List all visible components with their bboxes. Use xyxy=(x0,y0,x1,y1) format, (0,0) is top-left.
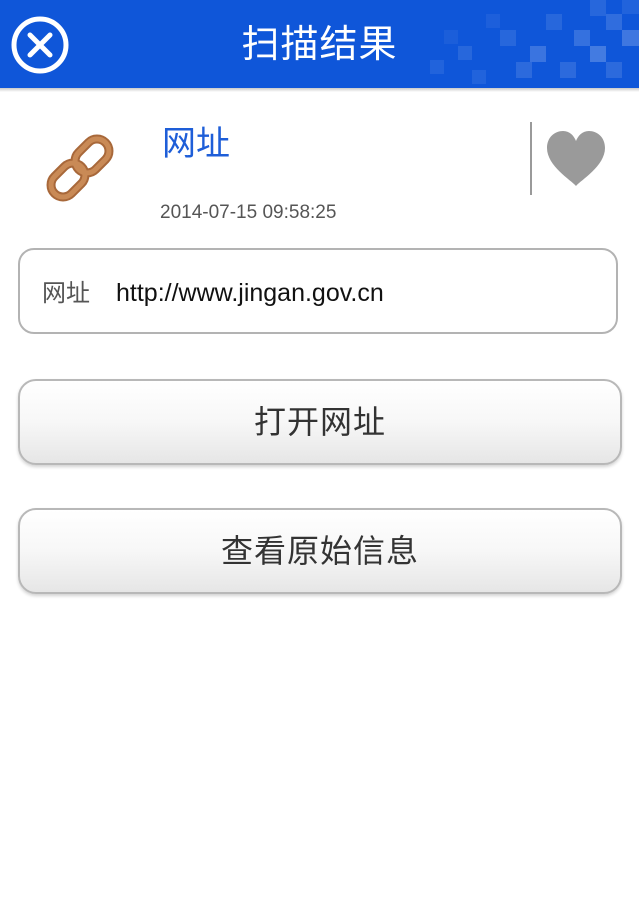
page-title: 扫描结果 xyxy=(241,22,398,66)
open-url-button[interactable]: 打开网址 xyxy=(18,379,622,465)
url-field-label: 网址 xyxy=(42,279,90,307)
result-type-label: 网址 xyxy=(162,124,230,164)
scan-result-screen: 扫描结果 网址 2014-07-15 09:58:25 网址 http://ww… xyxy=(0,0,639,920)
chain-link-icon xyxy=(46,134,114,202)
header-bar: 扫描结果 xyxy=(0,0,639,88)
vertical-divider xyxy=(530,122,532,195)
url-field-value[interactable]: http://www.jingan.gov.cn xyxy=(116,250,384,336)
heart-icon xyxy=(547,131,605,186)
url-field[interactable]: 网址 http://www.jingan.gov.cn xyxy=(18,248,618,334)
header-shadow xyxy=(0,88,639,92)
favorite-button[interactable] xyxy=(543,128,609,190)
view-raw-info-button[interactable]: 查看原始信息 xyxy=(18,508,622,594)
scan-timestamp: 2014-07-15 09:58:25 xyxy=(160,202,337,223)
